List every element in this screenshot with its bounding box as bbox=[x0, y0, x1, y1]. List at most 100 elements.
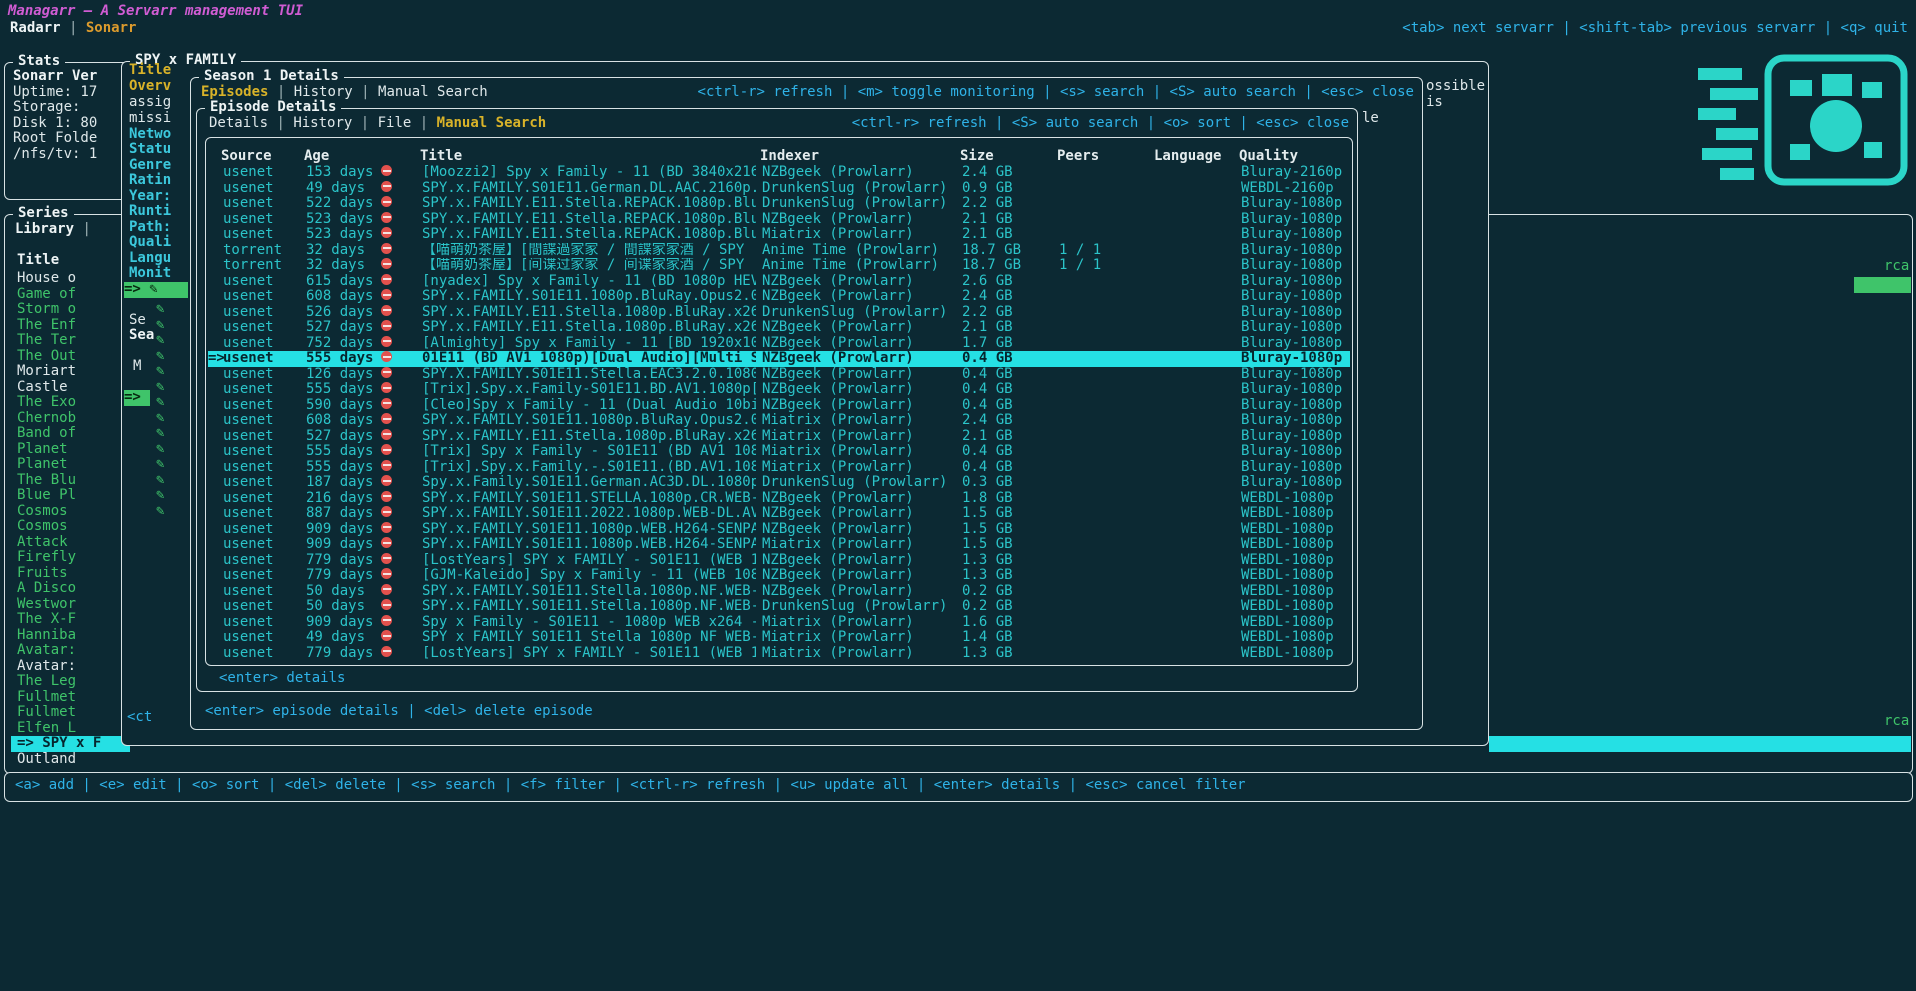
series-list-item[interactable]: Planet bbox=[11, 442, 130, 458]
series-list-item[interactable]: A Disco bbox=[11, 581, 130, 597]
release-row[interactable]: usenet615 days[nyadex] Spy x Family - 11… bbox=[208, 274, 1350, 290]
cell-size: 0.3 GB bbox=[962, 475, 1013, 491]
series-list-item[interactable]: Hanniba bbox=[11, 628, 130, 644]
release-row[interactable]: usenet522 daysSPY.x.FAMILY.E11.Stella.RE… bbox=[208, 196, 1350, 212]
app-title: Managarr — A Servarr management TUI bbox=[8, 4, 303, 20]
release-row[interactable]: usenet153 days[Moozzi2] Spy x Family - 1… bbox=[208, 165, 1350, 181]
cell-quality: Bluray-1080p bbox=[1241, 460, 1351, 476]
episode-tab-manual-search[interactable]: Manual Search bbox=[437, 115, 547, 131]
release-row[interactable]: usenet779 days[LostYears] SPY x FAMILY -… bbox=[208, 646, 1350, 662]
release-row[interactable]: usenet909 daysSPY.x.FAMILY.S01E11.1080p.… bbox=[208, 522, 1350, 538]
release-row[interactable]: usenet526 daysSPY.x.FAMILY.E11.Stella.10… bbox=[208, 305, 1350, 321]
series-list-item[interactable]: Band of bbox=[11, 426, 130, 442]
season-shortcut-hints: <ctrl-r> refresh | <m> toggle monitoring… bbox=[698, 85, 1414, 101]
cell-age: 32 days bbox=[306, 243, 365, 259]
series-list-item[interactable]: Attack bbox=[11, 535, 130, 551]
release-row[interactable]: usenet590 days[Cleo]Spy x Family - 11 (D… bbox=[208, 398, 1350, 414]
series-list-item[interactable]: Storm o bbox=[11, 302, 130, 318]
series-list-item[interactable]: The Out bbox=[11, 349, 130, 365]
series-list-item[interactable]: => SPY x F bbox=[11, 736, 130, 752]
cell-size: 1.3 GB bbox=[962, 568, 1013, 584]
season-tab-episodes[interactable]: Episodes bbox=[201, 84, 268, 100]
series-list-item[interactable]: Cosmos bbox=[11, 519, 130, 535]
cell-size: 0.4 GB bbox=[962, 398, 1013, 414]
season-tab-manual-search[interactable]: Manual Search bbox=[378, 84, 488, 100]
cell-peers: 1 / 1 bbox=[1059, 243, 1101, 259]
release-row[interactable]: usenet216 daysSPY.x.FAMILY.S01E11.STELLA… bbox=[208, 491, 1350, 507]
series-list-item[interactable]: Fullmet bbox=[11, 690, 130, 706]
tab-separator: | bbox=[353, 84, 378, 100]
release-row[interactable]: usenet752 days[Almighty] Spy x Family - … bbox=[208, 336, 1350, 352]
series-list-item[interactable]: Elfen L bbox=[11, 721, 130, 737]
servarr-tab-radarr[interactable]: Radarr bbox=[10, 20, 61, 36]
series-list-item[interactable]: The Blu bbox=[11, 473, 130, 489]
servarr-tab-sonarr[interactable]: Sonarr bbox=[86, 20, 137, 36]
release-row[interactable]: usenet555 days[Trix].Spy.x.Family-S01E11… bbox=[208, 382, 1350, 398]
cell-title: Spy x Family - S01E11 - 1080p WEB x264 -… bbox=[422, 615, 756, 631]
background-fragment: M bbox=[133, 359, 141, 375]
series-list-item[interactable]: Blue Pl bbox=[11, 488, 130, 504]
background-fragment: Quali bbox=[129, 235, 171, 251]
release-row[interactable]: usenet523 daysSPY.x.FAMILY.E11.Stella.RE… bbox=[208, 227, 1350, 243]
cell-quality: Bluray-1080p bbox=[1241, 212, 1351, 228]
series-list-item[interactable]: The Exo bbox=[11, 395, 130, 411]
release-row[interactable]: usenet187 daysSpy.x.Family.S01E11.German… bbox=[208, 475, 1350, 491]
series-list-item[interactable]: Avatar: bbox=[11, 659, 130, 675]
release-row[interactable]: usenet887 daysSPY.x.FAMILY.S01E11.2022.1… bbox=[208, 506, 1350, 522]
series-list-item[interactable]: Planet bbox=[11, 457, 130, 473]
release-row[interactable]: usenet555 days[Trix] Spy x Family - S01E… bbox=[208, 444, 1350, 460]
release-row[interactable]: usenet779 days[GJM-Kaleido] Spy x Family… bbox=[208, 568, 1350, 584]
series-list-item[interactable]: Outland bbox=[11, 752, 130, 768]
release-row[interactable]: usenet527 daysSPY.x.FAMILY.E11.Stella.10… bbox=[208, 429, 1350, 445]
series-list-item[interactable]: The Leg bbox=[11, 674, 130, 690]
cell-title: SPY.x.FAMILY.E11.Stella.REPACK.1080p.Blu… bbox=[422, 212, 756, 228]
series-library-tab[interactable]: Library | bbox=[15, 222, 91, 238]
rejected-icon bbox=[381, 196, 392, 207]
series-list-item[interactable]: Castle bbox=[11, 380, 130, 396]
cell-age: 555 days bbox=[306, 382, 373, 398]
rejected-icon bbox=[381, 274, 392, 285]
cell-source: usenet bbox=[223, 382, 274, 398]
release-row[interactable]: =>usenet555 days01E11 (BD AV1 1080p)[Dua… bbox=[208, 351, 1350, 367]
release-row[interactable]: usenet909 daysSpy x Family - S01E11 - 10… bbox=[208, 615, 1350, 631]
release-row[interactable]: usenet779 days[LostYears] SPY x FAMILY -… bbox=[208, 553, 1350, 569]
release-row[interactable]: usenet523 daysSPY.x.FAMILY.E11.Stella.RE… bbox=[208, 212, 1350, 228]
series-list-item[interactable]: House o bbox=[11, 271, 130, 287]
monitored-pencil-icon: ✎ bbox=[156, 473, 164, 489]
series-list-item[interactable]: The X-F bbox=[11, 612, 130, 628]
series-list-item[interactable]: Fullmet bbox=[11, 705, 130, 721]
series-list-item[interactable]: Cosmos bbox=[11, 504, 130, 520]
series-list-item[interactable]: The Enf bbox=[11, 318, 130, 334]
season-tab-history[interactable]: History bbox=[294, 84, 353, 100]
release-row[interactable]: usenet527 daysSPY.x.FAMILY.E11.Stella.10… bbox=[208, 320, 1350, 336]
cell-title: SPY.x.FAMILY.E11.Stella.REPACK.1080p.Blu… bbox=[422, 196, 756, 212]
cell-source: usenet bbox=[223, 212, 274, 228]
release-row[interactable]: usenet50 daysSPY.x.FAMILY.S01E11.Stella.… bbox=[208, 599, 1350, 615]
series-list-item[interactable]: Chernob bbox=[11, 411, 130, 427]
release-row[interactable]: usenet608 daysSPY.x.FAMILY.S01E11.1080p.… bbox=[208, 289, 1350, 305]
series-list-item[interactable]: Game of bbox=[11, 287, 130, 303]
series-list-item[interactable]: Fruits bbox=[11, 566, 130, 582]
episode-tab-history[interactable]: History bbox=[293, 115, 352, 131]
cell-indexer: NZBgeek (Prowlarr) bbox=[762, 274, 956, 290]
release-row[interactable]: torrent32 days【喵萌奶茶屋】[間諜過家家 / 間諜家家酒 / SP… bbox=[208, 243, 1350, 259]
background-fragment: ossible bbox=[1426, 79, 1485, 95]
series-list-item[interactable]: Moriart bbox=[11, 364, 130, 380]
cell-source: usenet bbox=[223, 320, 274, 336]
series-list-item[interactable]: Westwor bbox=[11, 597, 130, 613]
release-row[interactable]: usenet50 daysSPY.x.FAMILY.S01E11.Stella.… bbox=[208, 584, 1350, 600]
episode-tab-details[interactable]: Details bbox=[209, 115, 268, 131]
series-list-item[interactable]: The Ter bbox=[11, 333, 130, 349]
release-row[interactable]: usenet126 daysSPY.X.FAMILY.S01E11.Stella… bbox=[208, 367, 1350, 383]
episode-tab-file[interactable]: File bbox=[378, 115, 412, 131]
release-row[interactable]: usenet909 daysSPY.x.FAMILY.S01E11.1080p.… bbox=[208, 537, 1350, 553]
release-row[interactable]: torrent32 days【喵萌奶茶屋】[间谍过家家 / 间谍家家酒 / SP… bbox=[208, 258, 1350, 274]
cell-quality: Bluray-1080p bbox=[1241, 398, 1351, 414]
release-row[interactable]: usenet608 daysSPY.x.FAMILY.S01E11.1080p.… bbox=[208, 413, 1350, 429]
release-row[interactable]: usenet49 daysSPY x FAMILY S01E11 Stella … bbox=[208, 630, 1350, 646]
release-row[interactable]: usenet49 daysSPY.x.FAMILY.S01E11.German.… bbox=[208, 181, 1350, 197]
series-list-item[interactable]: Avatar: bbox=[11, 643, 130, 659]
cell-indexer: DrunkenSlug (Prowlarr) bbox=[762, 475, 956, 491]
series-list-item[interactable]: Firefly bbox=[11, 550, 130, 566]
release-row[interactable]: usenet555 days[Trix].Spy.x.Family.-.S01E… bbox=[208, 460, 1350, 476]
